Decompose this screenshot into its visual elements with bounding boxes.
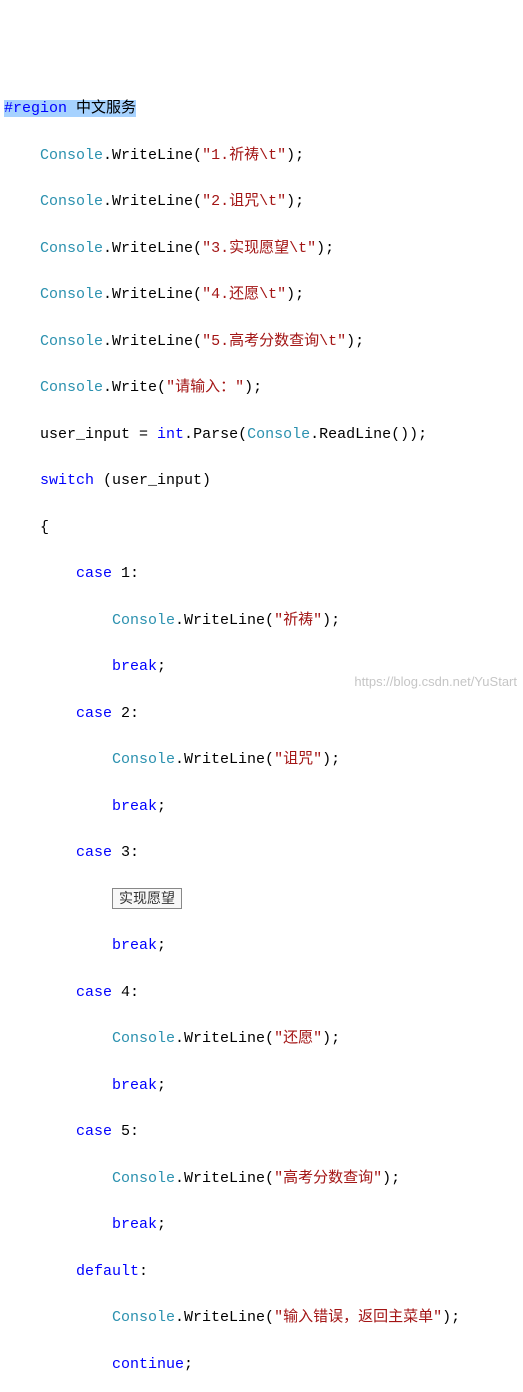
console-type: Console — [40, 193, 103, 210]
region-text: 中文服务 — [67, 100, 136, 117]
console-type: Console — [247, 426, 310, 443]
console-type: Console — [112, 1170, 175, 1187]
break-kw: break — [112, 1077, 157, 1094]
console-type: Console — [40, 379, 103, 396]
writeline: WriteLine — [112, 286, 193, 303]
code-line: Console.WriteLine("4.还愿\t"); — [4, 283, 523, 306]
break-line: break; — [4, 795, 523, 818]
console-type: Console — [40, 147, 103, 164]
var: user_input — [112, 472, 202, 489]
case-num: 4 — [121, 984, 130, 1001]
default-kw: default — [76, 1263, 139, 1280]
str-menu2: "2.诅咒\t" — [202, 193, 286, 210]
case-line: case 1: — [4, 562, 523, 585]
code-line: Console.WriteLine("2.诅咒\t"); — [4, 190, 523, 213]
var: user_input — [40, 426, 130, 443]
break-kw: break — [112, 658, 157, 675]
writeline: WriteLine — [112, 147, 193, 164]
code-line: Console.WriteLine("3.实现愿望\t"); — [4, 237, 523, 260]
console-type: Console — [40, 333, 103, 350]
str-out5: "高考分数查询" — [274, 1170, 382, 1187]
default-line: default: — [4, 1260, 523, 1283]
case-kw: case — [76, 844, 112, 861]
code-line: switch (user_input) — [4, 469, 523, 492]
writeline: WriteLine — [112, 333, 193, 350]
writeline: WriteLine — [184, 612, 265, 629]
str-out2: "诅咒" — [274, 751, 322, 768]
case-kw: case — [76, 984, 112, 1001]
code-line: Console.WriteLine("诅咒"); — [4, 748, 523, 771]
parse: Parse — [193, 426, 238, 443]
break-kw: break — [112, 798, 157, 815]
writeline: WriteLine — [184, 1170, 265, 1187]
region-line: #region 中文服务 — [4, 97, 523, 120]
case-num: 3 — [121, 844, 130, 861]
case-num: 2 — [121, 705, 130, 722]
case-num: 5 — [121, 1123, 130, 1140]
writeline: WriteLine — [184, 1030, 265, 1047]
str-default: "输入错误，返回主菜单" — [274, 1309, 442, 1326]
writeline: WriteLine — [184, 1309, 265, 1326]
break-line: break; — [4, 934, 523, 957]
str-prompt: "请输入：" — [166, 379, 244, 396]
case-kw: case — [76, 1123, 112, 1140]
str-menu5: "5.高考分数查询\t" — [202, 333, 346, 350]
int-kw: int — [157, 426, 184, 443]
continue-kw: continue — [112, 1356, 184, 1373]
writeline: WriteLine — [112, 240, 193, 257]
brace: { — [4, 516, 523, 539]
console-type: Console — [112, 612, 175, 629]
case-num: 1 — [121, 565, 130, 582]
writeline: WriteLine — [184, 751, 265, 768]
console-type: Console — [112, 1030, 175, 1047]
str-out4: "还愿" — [274, 1030, 322, 1047]
str-menu4: "4.还愿\t" — [202, 286, 286, 303]
case-line: case 3: — [4, 841, 523, 864]
break-line: break; — [4, 655, 523, 678]
code-line: Console.WriteLine("高考分数查询"); — [4, 1167, 523, 1190]
console-type: Console — [112, 1309, 175, 1326]
readline: ReadLine — [319, 426, 391, 443]
code-line: user_input = int.Parse(Console.ReadLine(… — [4, 423, 523, 446]
console-type: Console — [40, 286, 103, 303]
case-line: case 5: — [4, 1120, 523, 1143]
code-line: Console.WriteLine("输入错误，返回主菜单"); — [4, 1306, 523, 1329]
case-line: case 4: — [4, 981, 523, 1004]
code-line: Console.WriteLine("1.祈祷\t"); — [4, 144, 523, 167]
str-menu3: "3.实现愿望\t" — [202, 240, 316, 257]
str-menu1: "1.祈祷\t" — [202, 147, 286, 164]
tooltip-box: 实现愿望 — [112, 888, 182, 910]
code-line: Console.WriteLine("5.高考分数查询\t"); — [4, 330, 523, 353]
region-kw: #region — [4, 100, 67, 117]
code-line: Console.WriteLine("还愿"); — [4, 1027, 523, 1050]
tooltip-line: 实现愿望 — [4, 888, 523, 911]
writeline: WriteLine — [112, 193, 193, 210]
code-line: Console.WriteLine("祈祷"); — [4, 609, 523, 632]
write: Write — [112, 379, 157, 396]
case-line: case 2: — [4, 702, 523, 725]
str-out1: "祈祷" — [274, 612, 322, 629]
console-type: Console — [40, 240, 103, 257]
switch-kw: switch — [40, 472, 94, 489]
continue-line: continue; — [4, 1353, 523, 1376]
break-kw: break — [112, 1216, 157, 1233]
case-kw: case — [76, 705, 112, 722]
break-kw: break — [112, 937, 157, 954]
code-line: Console.Write("请输入："); — [4, 376, 523, 399]
break-line: break; — [4, 1074, 523, 1097]
break-line: break; — [4, 1213, 523, 1236]
case-kw: case — [76, 565, 112, 582]
console-type: Console — [112, 751, 175, 768]
